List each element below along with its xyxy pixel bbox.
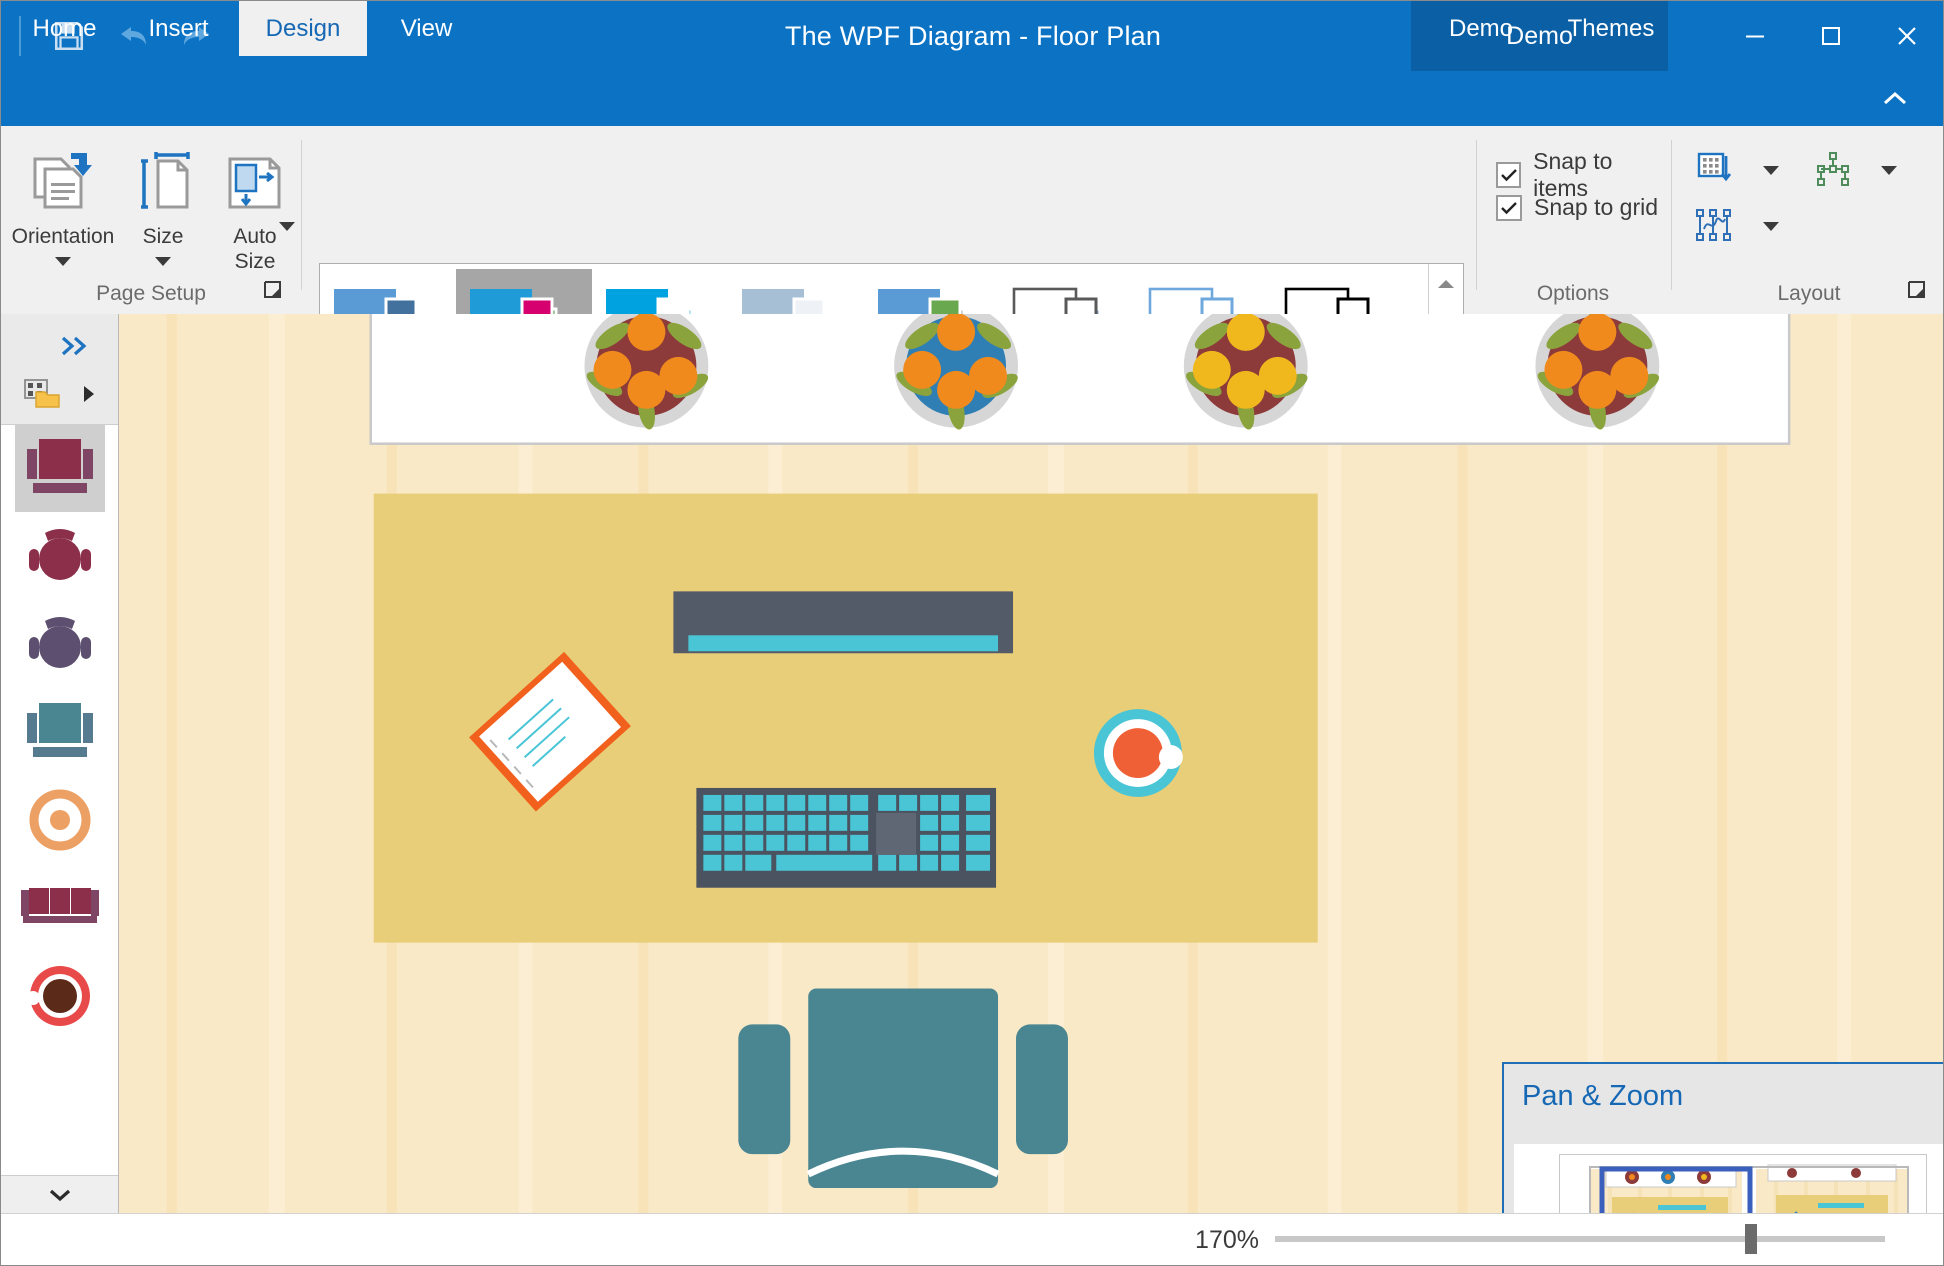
tab-themes[interactable]: Themes xyxy=(1546,1,1676,56)
shape-item-sofa-three-seat[interactable] xyxy=(15,864,105,952)
minimize-button[interactable] xyxy=(1717,1,1793,71)
pan-zoom-title: Pan & Zoom xyxy=(1522,1080,1684,1112)
snap-to-grid-checkbox[interactable]: Snap to grid xyxy=(1496,194,1658,221)
zoom-slider[interactable] xyxy=(1275,1224,1885,1254)
double-chevron-right-icon[interactable] xyxy=(52,326,98,366)
window-controls xyxy=(1717,1,1943,71)
align-grid-menu-caret[interactable] xyxy=(1751,152,1791,188)
shape-panel-items xyxy=(1,424,118,1175)
page-setup-group-label: Page Setup xyxy=(96,282,206,305)
status-bar: 170% xyxy=(1,1213,1943,1265)
group-divider xyxy=(301,140,302,290)
layout-group-label: Layout xyxy=(1777,282,1841,305)
keyboard-shape[interactable] xyxy=(696,787,997,888)
orientation-button[interactable]: Orientation xyxy=(9,138,117,271)
stencil-folder-icon[interactable] xyxy=(23,378,61,415)
zoom-level-label: 170% xyxy=(1195,1226,1259,1254)
diagram-canvas[interactable]: Pan & Zoom xyxy=(119,314,1943,1213)
layout-dialog-launcher[interactable] xyxy=(1905,278,1931,304)
auto-size-menu-caret[interactable] xyxy=(279,218,295,236)
chevron-up-icon[interactable] xyxy=(1865,71,1925,126)
ribbon-group-layout: Layout xyxy=(1673,126,1943,314)
layout-routing-menu-caret[interactable] xyxy=(1869,152,1909,188)
scroll-up-icon[interactable] xyxy=(1429,264,1463,304)
shape-item-armchair-front[interactable] xyxy=(14,424,105,512)
ribbon-tab-strip xyxy=(1,71,1943,126)
page-orientation-icon xyxy=(27,138,99,222)
pan-zoom-minimap[interactable] xyxy=(1559,1154,1927,1213)
page-autosize-icon xyxy=(222,138,288,222)
group-divider xyxy=(1671,140,1672,290)
application-window: The WPF Diagram - Floor Plan Demo Home I… xyxy=(0,0,1944,1266)
options-group-label: Options xyxy=(1536,282,1610,305)
tab-home[interactable]: Home xyxy=(17,1,112,56)
tab-design[interactable]: Design xyxy=(239,1,367,56)
align-grid-icon[interactable] xyxy=(1687,146,1743,194)
shape-panel xyxy=(1,314,119,1213)
shape-item-armchair-teal[interactable] xyxy=(15,688,105,776)
ribbon: Orientation Size Auto Size Page Setup Sn… xyxy=(1,126,1943,385)
orientation-menu-caret[interactable] xyxy=(55,253,71,271)
triangle-right-icon[interactable] xyxy=(81,384,97,409)
maximize-button[interactable] xyxy=(1793,1,1869,71)
space-shapes-menu-caret[interactable] xyxy=(1751,208,1791,244)
tab-view[interactable]: View xyxy=(379,1,474,56)
snap-to-items-checkbox-box xyxy=(1496,162,1522,188)
auto-size-button[interactable]: Auto Size xyxy=(213,138,297,274)
shape-panel-stencil-row xyxy=(1,372,118,420)
size-label: Size xyxy=(142,225,184,248)
minimap-thumbnail xyxy=(1560,1155,1926,1213)
group-divider xyxy=(1476,140,1477,290)
page-setup-dialog-launcher[interactable] xyxy=(261,278,287,304)
size-button[interactable]: Size xyxy=(123,138,203,271)
shape-item-coffee-cup[interactable] xyxy=(15,952,105,1040)
size-menu-caret[interactable] xyxy=(155,253,171,271)
page-size-icon xyxy=(132,138,194,222)
shape-item-stool-orange[interactable] xyxy=(15,776,105,864)
ribbon-group-options: Snap to items Snap to grid Options xyxy=(1478,126,1668,314)
ribbon-group-page-setup: Orientation Size Auto Size Page Setup xyxy=(1,126,301,314)
space-shapes-icon[interactable] xyxy=(1687,202,1743,250)
snap-to-grid-checkbox-box xyxy=(1496,194,1522,221)
zoom-slider-thumb[interactable] xyxy=(1744,1224,1757,1254)
tab-demo[interactable]: Demo xyxy=(1426,1,1536,56)
shape-panel-header xyxy=(1,314,118,425)
layout-routing-icon[interactable] xyxy=(1805,146,1861,194)
orientation-label: Orientation xyxy=(11,225,115,248)
tab-insert[interactable]: Insert xyxy=(131,1,226,56)
snap-to-grid-label: Snap to grid xyxy=(1534,194,1659,220)
shape-item-chair-round-purple[interactable] xyxy=(15,600,105,688)
chevron-down-icon[interactable] xyxy=(1,1175,118,1213)
monitor-shape[interactable] xyxy=(673,591,1014,654)
close-button[interactable] xyxy=(1869,1,1943,71)
pan-zoom-body: + − xyxy=(1514,1144,1943,1213)
shape-item-chair-round-red[interactable] xyxy=(15,512,105,600)
pan-zoom-panel: Pan & Zoom xyxy=(1502,1062,1943,1213)
